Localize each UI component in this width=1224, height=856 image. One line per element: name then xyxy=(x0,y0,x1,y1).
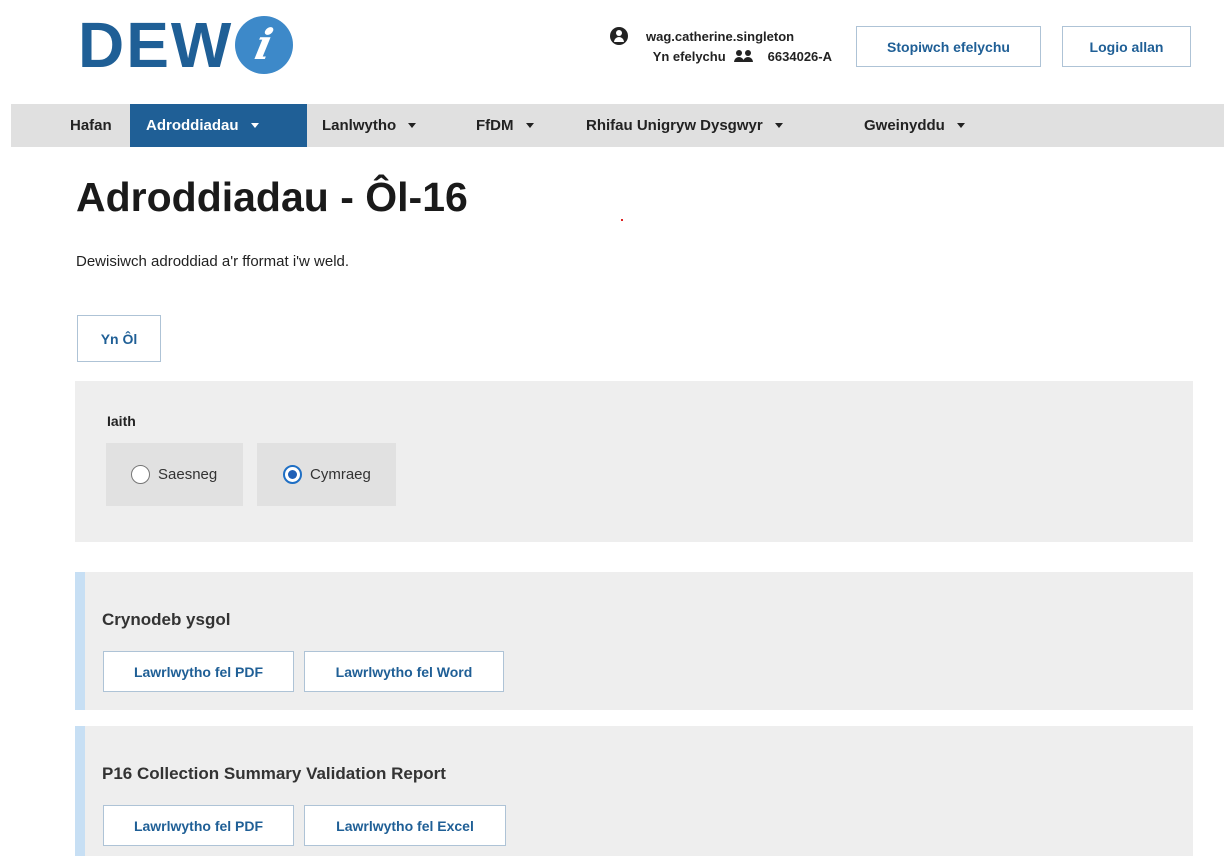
nav-item-home[interactable]: Hafan xyxy=(70,104,112,147)
dewi-logo[interactable]: DEW i xyxy=(78,9,294,81)
radio-welsh-label: Cymraeg xyxy=(310,466,371,483)
download-pdf-button[interactable]: Lawrlwytho fel PDF xyxy=(103,805,294,846)
stop-impersonating-button[interactable]: Stopiwch efelychu xyxy=(856,26,1041,67)
chevron-down-icon xyxy=(774,123,783,128)
radio-english-input[interactable] xyxy=(131,465,150,484)
chevron-down-icon xyxy=(250,123,259,128)
stray-dot xyxy=(621,219,623,221)
radio-welsh-input[interactable] xyxy=(283,465,302,484)
language-panel: Iaith Saesneg Cymraeg xyxy=(75,381,1193,542)
nav-item-home-label: Hafan xyxy=(70,117,112,134)
nav-item-ffdm-label: FfDM xyxy=(476,117,514,134)
impersonating-label: Yn efelychu xyxy=(652,48,726,64)
chevron-down-icon xyxy=(956,123,965,128)
impersonated-id: 6634026-A xyxy=(767,48,832,64)
download-word-button[interactable]: Lawrlwytho fel Word xyxy=(304,651,504,692)
nav-item-reports[interactable]: Adroddiadau xyxy=(130,104,307,147)
report-card: P16 Collection Summary Validation Report… xyxy=(75,726,1193,856)
logo-info-badge-icon: i xyxy=(235,16,294,74)
nav-item-upn[interactable]: Rhifau Unigryw Dysgwyr xyxy=(586,104,783,147)
username: wag.catherine.singleton xyxy=(646,28,795,44)
chevron-down-icon xyxy=(525,123,534,128)
download-excel-button[interactable]: Lawrlwytho fel Excel xyxy=(304,805,506,846)
nav-item-upload-label: Lanlwytho xyxy=(322,117,397,134)
chevron-down-icon xyxy=(408,123,417,128)
radio-english[interactable]: Saesneg xyxy=(106,443,243,506)
users-icon xyxy=(733,50,754,62)
page-title: Adroddiadau - Ôl-16 xyxy=(76,174,468,220)
logout-button[interactable]: Logio allan xyxy=(1062,26,1191,67)
nav-item-upload[interactable]: Lanlwytho xyxy=(322,104,417,147)
nav-item-ffdm[interactable]: FfDM xyxy=(476,104,534,147)
nav-item-upn-label: Rhifau Unigryw Dysgwyr xyxy=(586,117,763,134)
download-pdf-button[interactable]: Lawrlwytho fel PDF xyxy=(103,651,294,692)
main-nav: Hafan Adroddiadau Lanlwytho FfDM Rhifau … xyxy=(11,104,1224,147)
user-circle-icon xyxy=(610,27,628,45)
radio-english-label: Saesneg xyxy=(158,466,218,483)
language-label: Iaith xyxy=(107,413,136,429)
nav-item-reports-label: Adroddiadau xyxy=(146,117,239,134)
page-intro: Dewisiwch adroddiad a'r fformat i'w weld… xyxy=(76,253,350,270)
report-title: P16 Collection Summary Validation Report xyxy=(102,764,446,783)
back-button[interactable]: Yn Ôl xyxy=(77,315,161,362)
radio-welsh[interactable]: Cymraeg xyxy=(257,443,396,506)
report-title: Crynodeb ysgol xyxy=(102,610,231,629)
logo-text: DEW xyxy=(78,9,234,81)
nav-item-admin[interactable]: Gweinyddu xyxy=(864,104,965,147)
nav-item-admin-label: Gweinyddu xyxy=(864,117,945,134)
user-info: wag.catherine.singleton Yn efelychu 6634… xyxy=(610,26,832,66)
report-card: Crynodeb ysgol Lawrlwytho fel PDF Lawrlw… xyxy=(75,572,1193,710)
